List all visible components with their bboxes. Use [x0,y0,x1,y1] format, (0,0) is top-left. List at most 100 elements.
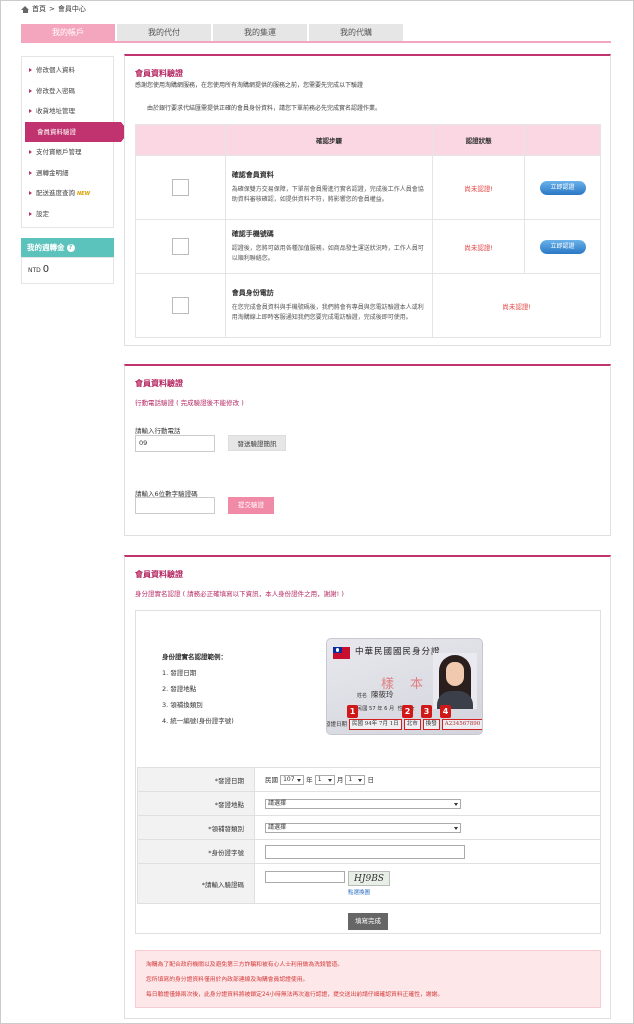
sidebar-item-label: 修改個人資料 [36,66,75,74]
card-issue-type: 換發 [422,718,440,730]
place-value: 請選擇 [268,799,287,807]
breadcrumb-current: 會員中心 [57,5,86,13]
id-number-input[interactable] [265,844,465,859]
badge-3: 3 [421,705,432,718]
panel-subtitle: 身分證實名認證 ( 請務必正確填寫以下資訊，本人身份證件之用，謝謝! ) [135,590,344,598]
submit-code-button[interactable]: 提交驗證 [228,497,274,514]
form-row: *發證日期 民國 107 年 1 月 1 日 [137,767,601,792]
phone-verification-panel: 會員資料驗證 行動電話驗證 ( 完成驗證後不能修改 ) 請輸入行動電話 09 發… [124,364,611,536]
sample-item: 2. 發證地點 [162,685,197,693]
phone-input[interactable]: 09 [135,435,215,452]
step-title: 確認手機號碼 [231,230,274,238]
sample-title: 身份證實名認證範例： [162,653,227,661]
id-form: *發證日期 民國 107 年 1 月 1 日 *發證地點 請選擇 *領補發類別 … [137,767,601,904]
card-issue-place: 北市 [403,718,421,730]
sidebar-item-label: 修改登入密碼 [36,86,75,95]
type-label: *領補發類別 [137,815,255,840]
step-title: 會員身份電訪 [231,289,274,297]
help-icon[interactable]: ? [66,244,75,252]
day-unit: 日 [367,776,374,784]
sidebar-item-verification[interactable]: 會員資料驗證 [25,121,129,142]
era-label: 民國 [265,776,278,784]
sidebar-item-label: 設定 [36,209,49,218]
notice-line: 每日驗證僅錄兩次後，此身分證資料將被鎖定24小時無法再次進行認證，提交送出前請仔… [146,992,444,998]
badge-4: 4 [440,705,451,718]
sample-item: 1. 發證日期 [162,669,197,677]
id-form-box: 身份證實名認證範例： 1. 發證日期 2. 發證地點 3. 領補換類別 4. 統… [135,610,601,934]
table-row: 確認會員資料 為確保雙方交易保障，下單前會員需進行實名認證，完成後工作人員會協助資… [135,155,601,220]
step-desc: 在您完成會員資料與手機號碼後，我們將會有專員與您電訪驗證本人或利用淘購線上即時客… [231,304,424,321]
form-submit-button[interactable]: 填寫完成 [348,913,388,930]
place-select[interactable]: 請選擇 [265,798,461,809]
breadcrumb-home[interactable]: 首頁 [32,4,46,14]
form-row: *請輸入驗證碼 HJ9BS 點選換圖 [137,863,601,904]
verification-status-panel: 會員資料驗證 感謝您使用淘購網服務，在您使用所有淘購網提供的服務之前，您需要先完… [124,54,611,346]
sidebar-item-delivery[interactable]: 配送進度查詢 NEW [22,183,113,204]
table-row: 會員身份電訪在您完成會員資料與手機號碼後，我們將會有專員與您電訪驗證本人或利用淘… [135,273,601,338]
sidebar-item-label: 會員資料驗證 [37,127,76,136]
tab-my-account[interactable]: 我的帳戶 [21,24,115,41]
panel-notice: 由於銀行要求代結匯需提供正確的會員身份資料，請您下單前務必先完成實名認證作業。 [147,105,382,112]
chevron-down-icon [297,779,302,782]
notice-line: 淘購為了配合政府機關以及避免第三方詐騙和被有心人士利用做為洗錢管道。 [146,962,344,968]
month-unit: 月 [336,776,344,784]
captcha-input[interactable] [265,871,345,883]
sidebar-item-settings[interactable]: 設定 [22,204,113,225]
panel-subtitle: 行動電話驗證 ( 完成驗證後不能修改 ) [135,399,244,407]
day-select[interactable]: 1 [345,775,366,785]
sidebar-item-profile[interactable]: 修改個人資料 [22,60,113,81]
tab-my-payments[interactable]: 我的代付 [117,24,211,41]
month-select[interactable]: 1 [314,775,335,785]
year-select[interactable]: 107 [280,775,305,785]
home-icon[interactable] [21,5,29,13]
sample-list: 身份證實名認證範例： 1. 發證日期 2. 發證地點 3. 領補換類別 4. 統… [162,649,234,729]
panel-title: 會員資料驗證 [135,69,183,78]
sample-item: 4. 統一編號(身份證字號) [162,717,234,725]
sidebar: 修改個人資料 修改登入密碼 收貨地址管理 會員資料驗證 支付寶帳戶管理 週轉金明… [21,56,129,228]
phone-label: 請輸入行動電話 [135,427,181,435]
table-row: 確認手機號碼認證後，您將可啟用各種加值服務，如商品發生運送狀況時，工作人員可以順… [135,219,601,274]
funds-title-text: 我的週轉金 [27,243,65,252]
step-checkbox[interactable] [171,179,189,196]
type-value: 請選擇 [268,823,287,831]
verify-now-button[interactable]: 立即認證 [539,180,586,195]
verify-now-button[interactable]: 立即認證 [539,239,586,254]
privacy-notice: 淘購為了配合政府機關以及避免第三方詐騙和被有心人士利用做為洗錢管道。 您所填寫的… [135,950,601,1008]
flag-icon [333,647,350,659]
card-photo [433,653,477,709]
tab-my-shipping[interactable]: 我的集運 [213,24,307,41]
captcha-refresh-link[interactable]: 點選換圖 [348,888,390,896]
card-name: 姓名 陳筱玲 [357,689,394,700]
card-birth-value: 民國 57 年 6 月 [357,706,395,712]
chevron-down-icon [358,779,363,782]
card-name-value: 陳筱玲 [371,690,394,699]
card-id-number: A234567890 [441,718,482,730]
step-desc: 認證後，您將可啟用各種加值服務，如商品發生運送狀況時，工作人員可以順利聯絡您。 [231,245,424,262]
send-sms-button[interactable]: 發送驗證簡訊 [228,435,286,451]
id-label: *身份證字號 [137,839,255,864]
step-checkbox[interactable] [171,238,189,255]
sidebar-item-alipay[interactable]: 支付寶帳戶管理 [22,142,113,163]
step-checkbox[interactable] [171,297,189,314]
sidebar-item-label: 週轉金明細 [36,168,69,177]
header-step: 確認步驟 [224,124,434,156]
place-label: *發證地點 [137,791,255,816]
type-select[interactable]: 請選擇 [265,822,461,833]
tab-my-purchases[interactable]: 我的代購 [309,24,403,41]
card-issue-label: 發證日期 [326,722,348,728]
sidebar-item-address[interactable]: 收貨地址管理 [22,101,113,122]
sidebar-item-funds[interactable]: 週轉金明細 [22,163,113,184]
year-value: 107 [283,776,295,783]
sample-id-card: 中華民國國民身分證 樣本 姓名陳筱玲 民國 57 年 6 月 性別 女 發證日期… [326,638,483,735]
funds-value: 0 [42,264,50,275]
panel-title: 會員資料驗證 [135,379,183,388]
panel-subtitle: 感謝您使用淘購網服務，在您使用所有淘購網提供的服務之前，您需要先完成以下驗證 [135,82,364,89]
sidebar-item-label: 支付寶帳戶管理 [36,148,82,156]
funds-title: 我的週轉金? [21,238,114,257]
header-action [524,124,601,156]
sidebar-item-password[interactable]: 修改登入密碼 [22,81,113,102]
status-text: 尚未認證! [432,219,526,274]
form-row: *領補發類別 請選擇 [137,815,601,840]
code-input[interactable] [135,497,215,514]
month-value: 1 [317,776,322,783]
